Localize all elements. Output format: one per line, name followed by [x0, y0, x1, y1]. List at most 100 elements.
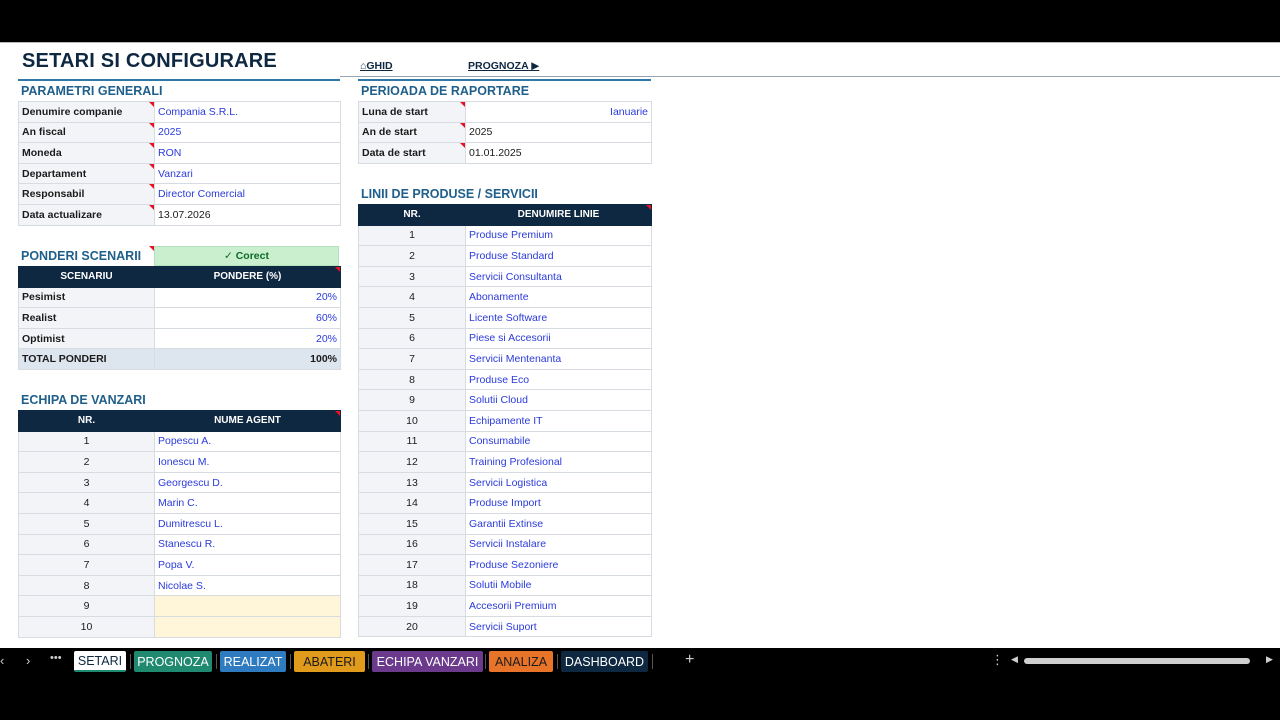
- agent-nr: 8: [18, 574, 155, 597]
- agent-name-cell[interactable]: Georgescu D.: [154, 471, 341, 494]
- sheet-tab-prognoza[interactable]: PROGNOZA: [134, 651, 212, 672]
- product-nr: 1: [358, 224, 466, 247]
- product-name-cell[interactable]: Solutii Mobile: [465, 574, 652, 597]
- guide-link[interactable]: ⌂GHID: [360, 60, 393, 72]
- product-nr: 3: [358, 265, 466, 288]
- param-value-cell[interactable]: Director Comercial: [154, 183, 341, 205]
- table-row: 12 Training Profesional: [358, 451, 652, 473]
- product-lines-table: NR. DENUMIRE LINIE 1 Produse Premium 2 Prod…: [358, 204, 652, 638]
- product-name-cell[interactable]: Licente Software: [465, 306, 652, 329]
- tab-separator: [368, 654, 369, 669]
- product-nr: 17: [358, 554, 466, 576]
- table-row: 15 Garantii Extinse: [358, 512, 652, 535]
- tab-separator: [557, 654, 558, 669]
- sheet-tab-analiza[interactable]: ANALIZA: [489, 651, 553, 672]
- options-icon[interactable]: ⋮: [991, 652, 1004, 668]
- scenario-weight-cell[interactable]: 20%: [154, 286, 341, 309]
- prev-sheet-icon[interactable]: ‹: [0, 653, 4, 668]
- agent-nr: 2: [18, 451, 155, 473]
- agent-name-cell[interactable]: Ionescu M.: [154, 451, 341, 473]
- period-value-cell[interactable]: Ianuarie: [465, 101, 652, 123]
- sales-team-table: NR. NUME AGENT 1 Popescu A. 2 Ionescu M. 3 Ge…: [18, 410, 341, 638]
- table-row: 7 Servicii Mentenanta: [358, 348, 652, 370]
- scroll-left-icon[interactable]: ◀: [1011, 654, 1018, 665]
- agent-name-cell[interactable]: Popescu A.: [154, 430, 341, 453]
- scenario-weight-cell[interactable]: 60%: [154, 307, 341, 329]
- sheet-tab-realizat[interactable]: REALIZAT: [220, 651, 286, 672]
- param-value-cell[interactable]: 13.07.2026: [154, 203, 341, 226]
- period-value-cell[interactable]: 2025: [465, 121, 652, 144]
- product-name-cell[interactable]: Echipamente IT: [465, 409, 652, 432]
- scenario-name: Optimist: [18, 327, 155, 350]
- table-row: 18 Solutii Mobile: [358, 574, 652, 597]
- agent-name-cell[interactable]: Marin C.: [154, 492, 341, 514]
- table-row: 3 Georgescu D.: [18, 471, 341, 494]
- param-value-cell[interactable]: RON: [154, 142, 341, 164]
- next-sheet-icon[interactable]: ›: [26, 653, 30, 668]
- top-border: [0, 42, 1280, 43]
- product-name-cell[interactable]: Servicii Consultanta: [465, 265, 652, 288]
- products-section-title: LINII DE PRODUSE / SERVICII: [361, 187, 538, 201]
- product-name-cell[interactable]: Produse Standard: [465, 245, 652, 267]
- period-section-title: PERIOADA DE RAPORTARE: [361, 84, 530, 98]
- worksheet: SETARI SI CONFIGURARE ⌂GHID PROGNOZA ▶ P…: [0, 42, 1280, 648]
- product-name-cell[interactable]: Produse Import: [465, 492, 652, 514]
- product-name-cell[interactable]: Garantii Extinse: [465, 512, 652, 535]
- add-sheet-icon[interactable]: +: [685, 651, 694, 669]
- horizontal-scrollbar[interactable]: [1024, 658, 1250, 664]
- agent-name-cell[interactable]: Nicolae S.: [154, 574, 341, 597]
- scenario-weight-cell[interactable]: 20%: [154, 327, 341, 350]
- period-value-cell[interactable]: 01.01.2025: [465, 142, 652, 164]
- table-row: 6 Piese si Accesorii: [358, 327, 652, 350]
- agent-name-cell[interactable]: [154, 615, 341, 638]
- agent-name-cell[interactable]: [154, 595, 341, 617]
- general-section-bar: [18, 79, 340, 81]
- sheet-tab-echipa-vanzari[interactable]: ECHIPA VANZARI: [372, 651, 483, 672]
- period-section-bar: [358, 79, 651, 81]
- agent-nr: 10: [18, 615, 155, 638]
- product-name-cell[interactable]: Piese si Accesorii: [465, 327, 652, 350]
- product-name-cell[interactable]: Training Profesional: [465, 451, 652, 473]
- product-name-cell[interactable]: Produse Sezoniere: [465, 554, 652, 576]
- more-sheets-icon[interactable]: •••: [50, 652, 62, 664]
- product-name-cell[interactable]: Accesorii Premium: [465, 595, 652, 617]
- sheet-tab-dashboard[interactable]: DASHBOARD: [561, 651, 648, 672]
- product-name-cell[interactable]: Consumabile: [465, 430, 652, 453]
- product-name-cell[interactable]: Servicii Instalare: [465, 533, 652, 556]
- period-label: Luna de start: [358, 101, 466, 123]
- agent-nr: 3: [18, 471, 155, 494]
- product-name-cell[interactable]: Produse Premium: [465, 224, 652, 247]
- product-name-cell[interactable]: Produse Eco: [465, 368, 652, 391]
- product-name-cell[interactable]: Abonamente: [465, 286, 652, 308]
- sheet-tab-setari[interactable]: SETARI: [74, 651, 126, 672]
- param-value-cell[interactable]: 2025: [154, 121, 341, 144]
- tab-separator: [485, 654, 486, 669]
- param-label: Denumire companie: [18, 101, 155, 123]
- agent-nr: 7: [18, 554, 155, 576]
- sheet-tab-abateri[interactable]: ABATERI: [294, 651, 365, 672]
- table-row: 16 Servicii Instalare: [358, 533, 652, 556]
- scenario-header: SCENARIU: [18, 266, 155, 288]
- general-row: Moneda RON: [18, 142, 341, 164]
- table-row: 10: [18, 615, 341, 638]
- agent-name-cell[interactable]: Dumitrescu L.: [154, 512, 341, 535]
- product-name-cell[interactable]: Servicii Mentenanta: [465, 348, 652, 370]
- general-row: An fiscal 2025: [18, 121, 341, 144]
- param-label: Data actualizare: [18, 203, 155, 226]
- product-name-cell[interactable]: Servicii Logistica: [465, 471, 652, 494]
- param-value-cell[interactable]: Compania S.R.L.: [154, 101, 341, 123]
- product-name-cell[interactable]: Solutii Cloud: [465, 389, 652, 411]
- agent-name-cell[interactable]: Popa V.: [154, 554, 341, 576]
- product-nr: 9: [358, 389, 466, 411]
- product-name-cell[interactable]: Servicii Suport: [465, 615, 652, 638]
- param-value-cell[interactable]: Vanzari: [154, 162, 341, 185]
- tab-separator: [652, 654, 653, 669]
- product-nr: 10: [358, 409, 466, 432]
- general-section-title: PARAMETRI GENERALI: [21, 84, 163, 98]
- agent-name-cell[interactable]: Stanescu R.: [154, 533, 341, 556]
- scroll-right-icon[interactable]: ▶: [1266, 654, 1273, 665]
- forecast-link[interactable]: PROGNOZA ▶: [468, 60, 539, 72]
- product-nr: 7: [358, 348, 466, 370]
- param-label: An fiscal: [18, 121, 155, 144]
- weight-header: PONDERE (%): [154, 266, 341, 288]
